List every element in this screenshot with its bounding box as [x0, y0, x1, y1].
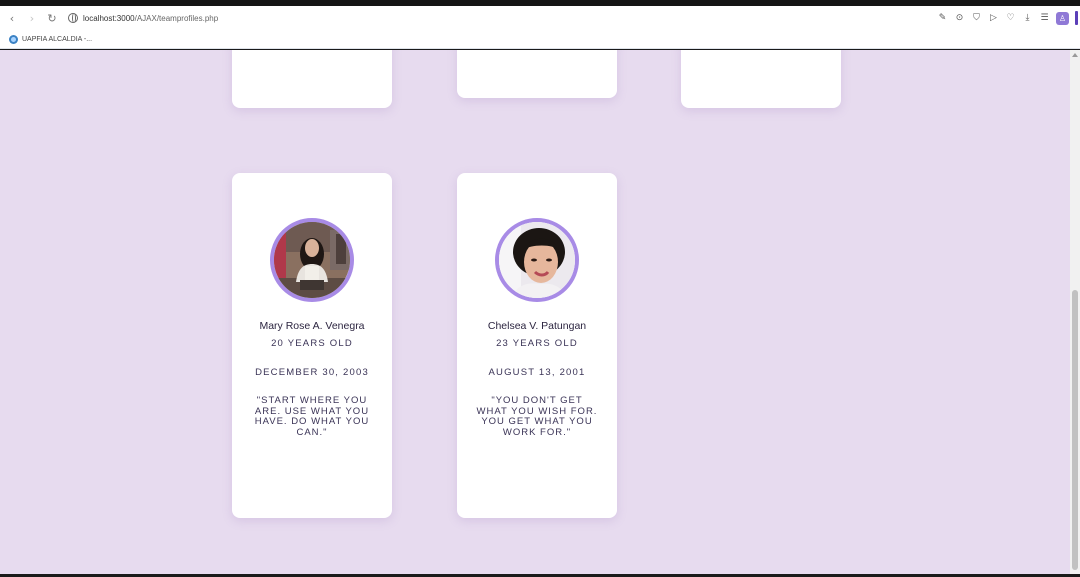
profile-card: Chelsea V. Patungan 23 YEARS OLD AUGUST … [457, 173, 617, 518]
url-text[interactable]: localhost:3000/AJAX/teamprofiles.php [83, 14, 218, 23]
menu-icon[interactable]: ☰ [1037, 10, 1053, 26]
scrollbar-thumb[interactable] [1072, 290, 1078, 570]
bookmarks-bar: UAPFIA ALCALDIA -... [0, 30, 1080, 49]
profile-photo-image [499, 222, 575, 298]
profile-birthdate: AUGUST 13, 2001 [488, 367, 586, 378]
profile-quote: "YOU DON'T GET WHAT YOU WISH FOR. YOU GE… [476, 395, 598, 438]
heart-icon[interactable]: ♡ [1003, 10, 1019, 26]
site-info-icon[interactable] [68, 13, 78, 23]
profile-quote: "START WHERE YOU ARE. USE WHAT YOU HAVE.… [254, 395, 370, 438]
url-host: localhost:3000 [83, 13, 135, 23]
profile-photo [495, 218, 579, 302]
bookmark-uapfia-alcaldia[interactable]: UAPFIA ALCALDIA -... [22, 36, 92, 43]
profile-name: Chelsea V. Patungan [487, 320, 587, 332]
download-icon[interactable]: ⤓ [1020, 10, 1036, 26]
profile-photo-image [274, 222, 350, 298]
scroll-up-arrow-icon[interactable] [1072, 53, 1078, 57]
url-field[interactable]: localhost:3000/AJAX/teamprofiles.php [68, 13, 218, 23]
profile-birthdate: DECEMBER 30, 2003 [255, 367, 369, 378]
browser-address-bar: ‹ › ↻ localhost:3000/AJAX/teamprofiles.p… [0, 6, 1080, 30]
bookmark-favicon-icon [9, 34, 18, 44]
back-button[interactable]: ‹ [2, 8, 22, 28]
page-scrollbar[interactable] [1070, 50, 1080, 574]
browser-toolbar: ✎ ⊙ ⛉ ▷ ♡ ⤓ ☰ ♙ [934, 6, 1080, 30]
profile-photo [270, 218, 354, 302]
edit-icon[interactable]: ✎ [935, 10, 951, 26]
profile-card-partial-2 [457, 50, 617, 98]
play-icon[interactable]: ▷ [986, 10, 1002, 26]
shield-icon[interactable]: ⛉ [969, 10, 985, 26]
profile-age: 20 YEARS OLD [271, 338, 353, 349]
profile-card: Mary Rose A. Venegra 20 YEARS OLD DECEMB… [232, 173, 392, 518]
profile-icon[interactable]: ♙ [1056, 11, 1069, 25]
profile-card-partial-1 [232, 50, 392, 108]
sidebar-toggle[interactable] [1075, 11, 1078, 25]
profile-age: 23 YEARS OLD [496, 338, 578, 349]
reload-button[interactable]: ↻ [42, 8, 62, 28]
forward-button[interactable]: › [22, 8, 42, 28]
url-path: /AJAX/teamprofiles.php [134, 13, 219, 23]
profile-name: Mary Rose A. Venegra [259, 320, 365, 332]
profile-card-partial-3 [681, 50, 841, 108]
page-content: Mary Rose A. Venegra 20 YEARS OLD DECEMB… [0, 50, 1080, 577]
screenshot-icon[interactable]: ⊙ [952, 10, 968, 26]
